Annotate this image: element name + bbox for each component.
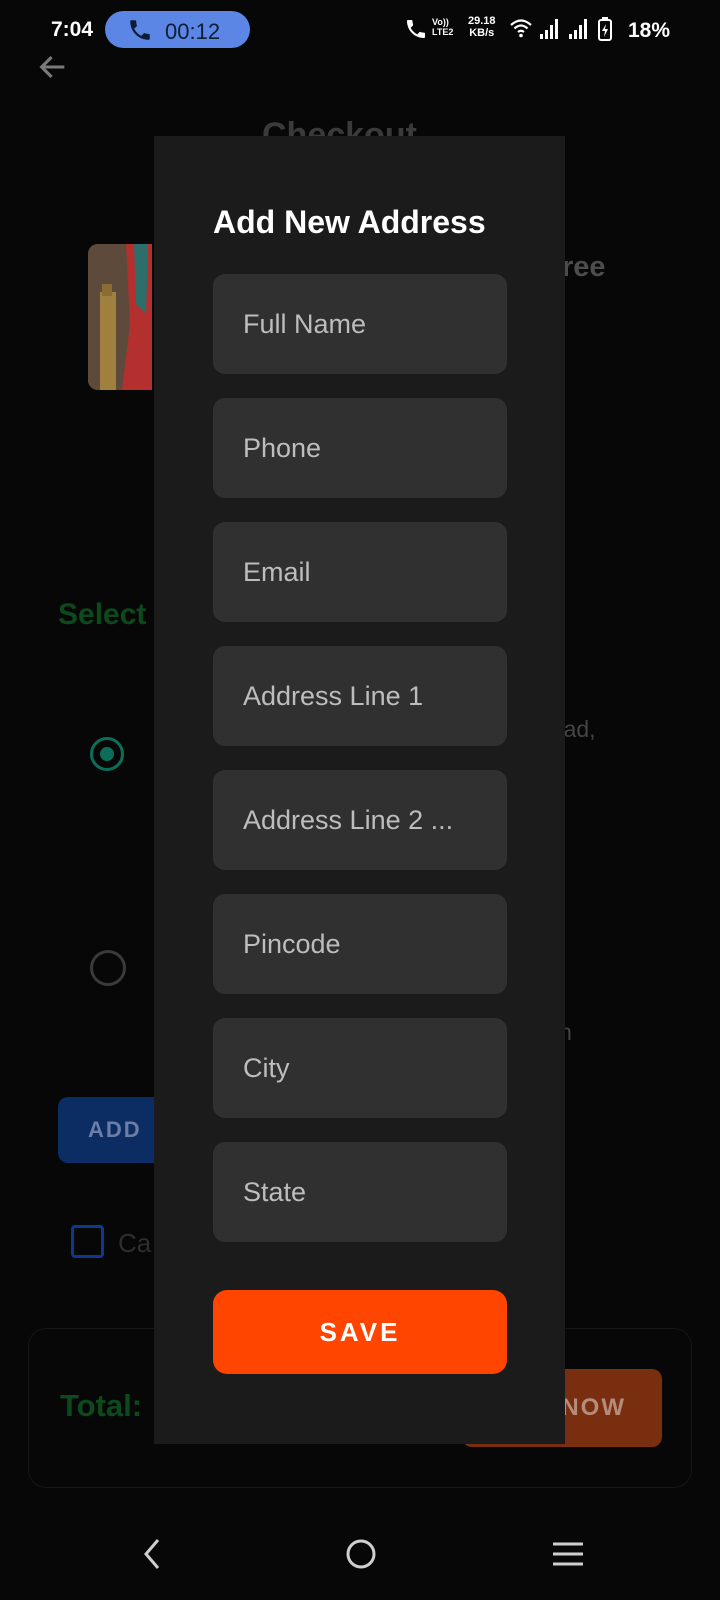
full-name-field[interactable] — [213, 274, 507, 374]
phone-field[interactable] — [213, 398, 507, 498]
dialog-title: Add New Address — [213, 204, 486, 240]
checkbox-label: Ca — [118, 1228, 152, 1258]
address-radio-selected[interactable] — [90, 737, 124, 771]
product-image[interactable] — [88, 244, 152, 390]
system-navigation-bar — [0, 1512, 720, 1600]
address-line-2-field[interactable] — [213, 770, 507, 870]
pincode-field[interactable] — [213, 894, 507, 994]
nav-home-icon[interactable] — [344, 1534, 378, 1574]
nav-menu-icon[interactable] — [550, 1536, 586, 1572]
product-photo — [88, 244, 152, 390]
product-name: ree — [562, 251, 606, 283]
back-arrow-icon[interactable] — [36, 50, 70, 84]
city-field[interactable] — [213, 1018, 507, 1118]
nav-back-icon[interactable] — [138, 1534, 166, 1574]
total-label: Total: — [60, 1388, 143, 1423]
email-field[interactable] — [213, 522, 507, 622]
checkbox[interactable] — [71, 1225, 104, 1258]
select-address-heading: Select — [58, 598, 147, 631]
add-address-dialog: Add New Address SAVE — [154, 136, 565, 1444]
state-field[interactable] — [213, 1142, 507, 1242]
address-line-1-field[interactable] — [213, 646, 507, 746]
add-address-button[interactable]: ADD — [58, 1097, 168, 1163]
address-radio-unselected[interactable] — [90, 950, 126, 986]
save-button[interactable]: SAVE — [213, 1290, 507, 1374]
